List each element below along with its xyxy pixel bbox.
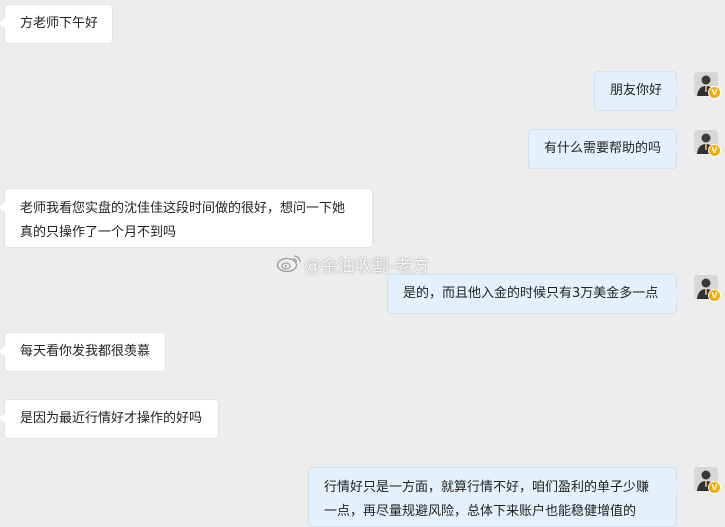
message-bubble-incoming[interactable]: 老师我看您实盘的沈佳佳这段时间做的很好，想问一下她 真的只操作了一个月不到吗	[0, 188, 373, 248]
message-bubble-outgoing[interactable]: 朋友你好	[594, 71, 682, 111]
message-text-line: 一点，再尽量规避风险，总体下来账户也能稳健增值的	[324, 504, 637, 519]
message-text: 是因为最近行情好才操作的好吗	[20, 411, 203, 426]
message-bubble-incoming[interactable]: 方老师下午好	[0, 4, 113, 44]
message-bubble-incoming[interactable]: 是因为最近行情好才操作的好吗	[0, 399, 219, 439]
weibo-icon	[276, 253, 302, 280]
message-text: 每天看你发我都很羡慕	[20, 344, 151, 359]
verified-badge-icon: V	[708, 86, 721, 99]
message-bubble-outgoing[interactable]: 是的，而且他入金的时候只有3万美金多一点	[387, 274, 682, 314]
avatar[interactable]: V	[694, 467, 721, 494]
message-text: 朋友你好	[610, 83, 663, 98]
message-text-line: 真的只操作了一个月不到吗	[20, 225, 177, 240]
message-text: 方老师下午好	[20, 16, 99, 31]
avatar[interactable]: V	[694, 72, 721, 99]
verified-badge-icon: V	[708, 144, 721, 157]
message-bubble-outgoing[interactable]: 行情好只是一方面，就算行情不好，咱们盈利的单子少赚 一点，再尽量规避风险，总体下…	[308, 467, 682, 527]
message-text-line: 行情好只是一方面，就算行情不好，咱们盈利的单子少赚	[324, 480, 650, 495]
message-text-line: 老师我看您实盘的沈佳佳这段时间做的很好，想问一下她	[20, 201, 346, 216]
message-text: 是的，而且他入金的时候只有3万美金多一点	[403, 286, 659, 301]
message-text: 有什么需要帮助的吗	[544, 141, 662, 156]
avatar[interactable]: V	[694, 275, 721, 302]
verified-badge-icon: V	[708, 481, 721, 494]
message-bubble-incoming[interactable]: 每天看你发我都很羡慕	[0, 332, 166, 372]
verified-badge-icon: V	[708, 289, 721, 302]
message-bubble-outgoing[interactable]: 有什么需要帮助的吗	[528, 129, 682, 169]
avatar[interactable]: V	[694, 130, 721, 157]
